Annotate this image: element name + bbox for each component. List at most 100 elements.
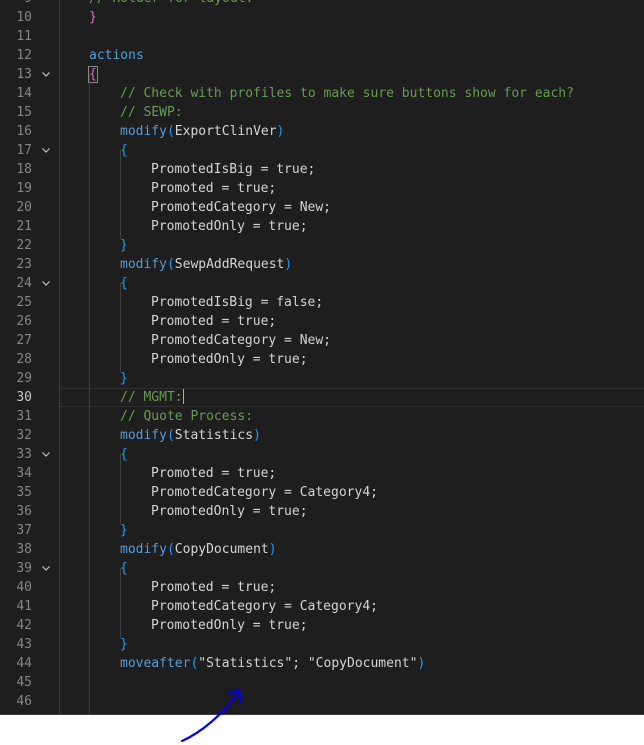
code-line[interactable]: { (60, 274, 644, 293)
line-number: 39 (16, 561, 32, 576)
code-line[interactable]: } (60, 236, 644, 255)
code-line[interactable]: PromotedOnly = true; (60, 616, 644, 635)
code-token: modify (120, 257, 167, 272)
code-line[interactable]: // SEWP: (60, 103, 644, 122)
code-line-text: { (120, 274, 128, 293)
code-line[interactable]: moveafter("Statistics"; "CopyDocument") (60, 654, 644, 673)
code-line[interactable]: actions (60, 46, 644, 65)
code-line-text: modify(CopyDocument) (120, 540, 277, 559)
code-line-text: // SEWP: (120, 103, 183, 122)
line-number: 44 (16, 656, 32, 671)
code-line[interactable]: Promoted = true; (60, 179, 644, 198)
chevron-down-icon[interactable] (40, 141, 52, 160)
line-number: 14 (16, 86, 32, 101)
code-line[interactable]: } (60, 521, 644, 540)
code-line[interactable] (60, 27, 644, 46)
code-token: } (120, 371, 128, 386)
editor-bottom-border (0, 714, 644, 715)
line-number: 11 (16, 29, 32, 44)
code-token: PromotedOnly = true; (151, 219, 308, 234)
indent-guide (89, 74, 90, 714)
code-editor[interactable]: 9 10 11 12 13 14 15 16 17 18 19 20 21 22 23 24 25 26 27 28 2… (0, 0, 644, 714)
code-line[interactable] (60, 673, 644, 692)
line-number: 33 (16, 447, 32, 462)
code-line[interactable]: modify(SewpAddRequest) (60, 255, 644, 274)
code-line-text: { (120, 445, 128, 464)
code-line[interactable]: { (60, 445, 644, 464)
code-token: PromotedOnly = true; (151, 618, 308, 633)
code-line-text: PromotedIsBig = true; (151, 160, 315, 179)
line-number: 15 (16, 105, 32, 120)
code-token: PromotedIsBig = false; (151, 295, 324, 310)
code-line[interactable]: Promoted = true; (60, 578, 644, 597)
line-number: 31 (16, 409, 32, 424)
code-token: } (120, 238, 128, 253)
chevron-down-icon[interactable] (40, 65, 52, 84)
code-line-text: PromotedOnly = true; (151, 350, 308, 369)
code-line[interactable]: { (60, 559, 644, 578)
code-line[interactable] (60, 692, 644, 711)
line-number: 30 (16, 390, 32, 405)
chevron-down-icon[interactable] (40, 274, 52, 293)
code-line[interactable]: // Holder for layout. (60, 0, 644, 8)
code-token: PromotedCategory = New; (151, 200, 332, 215)
chevron-down-icon[interactable] (40, 445, 52, 464)
code-line[interactable]: PromotedCategory = Category4; (60, 483, 644, 502)
code-token: ) (276, 124, 285, 139)
code-line[interactable]: PromotedIsBig = false; (60, 293, 644, 312)
code-line-text: } (120, 635, 128, 654)
code-line[interactable]: // Check with profiles to make sure butt… (60, 84, 644, 103)
code-line[interactable]: PromotedOnly = true; (60, 350, 644, 369)
code-line[interactable]: Promoted = true; (60, 312, 644, 331)
code-token: modify (120, 542, 167, 557)
line-number-gutter: 9 10 11 12 13 14 15 16 17 18 19 20 21 22 23 24 25 26 27 28 2… (0, 0, 60, 714)
line-number: 27 (16, 333, 32, 348)
code-line-text: } (120, 521, 128, 540)
code-token: modify (120, 124, 167, 139)
code-line[interactable]: PromotedCategory = New; (60, 331, 644, 350)
line-number: 38 (16, 542, 32, 557)
code-token: // Holder for layout. (89, 0, 253, 6)
code-token: Promoted = true; (151, 314, 277, 329)
code-token: "Statistics" (198, 656, 293, 671)
code-line[interactable]: PromotedOnly = true; (60, 217, 644, 236)
code-token: SewpAddRequest (174, 257, 285, 272)
indent-guide (59, 0, 60, 714)
code-token: ) (253, 428, 261, 443)
code-line[interactable]: // Quote Process: (60, 407, 644, 426)
code-line[interactable]: } (60, 369, 644, 388)
code-token: PromotedOnly = true; (151, 504, 308, 519)
code-line[interactable]: { (60, 141, 644, 160)
code-token: Promoted = true; (151, 466, 277, 481)
code-token: { (120, 143, 128, 158)
line-number: 16 (16, 124, 32, 139)
code-token: ; (292, 656, 308, 671)
code-line-text: Promoted = true; (151, 179, 276, 198)
line-number: 43 (16, 637, 32, 652)
code-line[interactable]: PromotedCategory = Category4; (60, 597, 644, 616)
code-line-text: PromotedOnly = true; (151, 616, 308, 635)
code-line[interactable]: modify(CopyDocument) (60, 540, 644, 559)
chevron-down-icon[interactable] (40, 559, 52, 578)
code-line[interactable]: Promoted = true; (60, 464, 644, 483)
code-line[interactable]: modify(Statistics) (60, 426, 644, 445)
code-line[interactable]: { (60, 65, 644, 84)
code-line[interactable]: PromotedIsBig = true; (60, 160, 644, 179)
code-line-text: // Quote Process: (120, 407, 253, 426)
code-token: "CopyDocument" (307, 656, 418, 671)
code-token: ) (268, 542, 277, 557)
code-line[interactable]: } (60, 635, 644, 654)
line-number: 40 (16, 580, 32, 595)
code-token: { (120, 561, 128, 576)
line-number: 17 (16, 143, 32, 158)
code-line[interactable]: modify(ExportClinVer) (60, 122, 644, 141)
code-line[interactable]: PromotedCategory = New; (60, 198, 644, 217)
line-number: 19 (16, 181, 32, 196)
code-line[interactable]: // MGMT: (60, 388, 644, 407)
code-line[interactable]: } (60, 8, 644, 27)
code-line-text: modify(SewpAddRequest) (120, 255, 292, 274)
code-line-text: PromotedCategory = New; (151, 331, 331, 350)
code-line[interactable]: PromotedOnly = true; (60, 502, 644, 521)
code-token: { (120, 276, 128, 291)
code-token: CopyDocument (174, 542, 269, 557)
